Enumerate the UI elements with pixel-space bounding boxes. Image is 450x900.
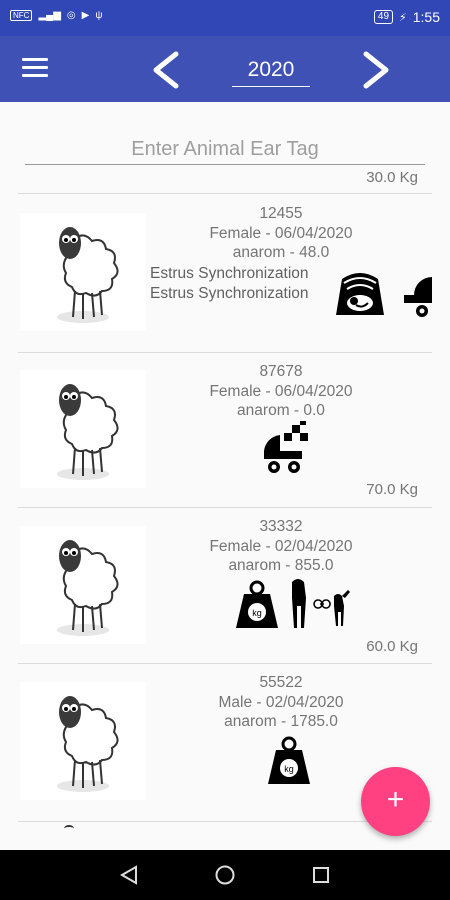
sex-date: Female - 06/04/2020 xyxy=(209,382,353,400)
sheep-image xyxy=(20,213,146,331)
svg-text:kg: kg xyxy=(252,608,262,618)
events-list: Estrus Synchronization Estrus Synchroniz… xyxy=(150,264,309,304)
year-field[interactable]: 2020 xyxy=(232,56,310,87)
usb-icon: ψ xyxy=(95,10,103,21)
system-nav-bar xyxy=(0,850,450,900)
charging-icon: ⚡ xyxy=(399,11,407,24)
sheep-image xyxy=(20,682,146,800)
weaning-icon xyxy=(292,579,350,628)
breed-value: anarom - 1785.0 xyxy=(224,713,338,730)
next-year-button[interactable] xyxy=(356,50,396,90)
weight-label: 60.0 Kg xyxy=(366,638,418,655)
animal-info: 87678 Female - 06/04/2020 anarom - 0.0 xyxy=(146,362,416,421)
weight-kg-icon: kg xyxy=(236,580,278,628)
stroller-icon xyxy=(264,421,308,473)
svg-text:kg: kg xyxy=(284,764,294,774)
sheep-image xyxy=(64,825,74,830)
home-icon[interactable] xyxy=(214,864,236,886)
animal-info: 55522 Male - 02/04/2020 anarom - 1785.0 xyxy=(146,673,416,732)
animal-row[interactable]: 87678 Female - 06/04/2020 anarom - 0.0 7… xyxy=(18,353,432,506)
hotspot-icon: ◎ xyxy=(66,10,76,21)
signal-icon: ▂▄▆ xyxy=(38,10,61,21)
animal-row[interactable]: 33332 Female - 02/04/2020 anarom - 855.0… xyxy=(18,508,432,662)
status-time: 1:55 xyxy=(412,9,440,25)
recents-icon[interactable] xyxy=(310,864,332,886)
previous-year-button[interactable] xyxy=(146,50,186,90)
event-label: Estrus Synchronization xyxy=(150,265,309,282)
animal-info: 33332 Female - 02/04/2020 anarom - 855.0 xyxy=(146,517,416,576)
app-toolbar: 2020 xyxy=(0,36,450,102)
status-bar: NFC ▂▄▆ ◎ ▶ ψ 49 ⚡ 1:55 xyxy=(0,0,450,36)
back-icon[interactable] xyxy=(118,864,140,886)
weight-kg-icon: kg xyxy=(268,736,310,784)
ear-tag: 12455 xyxy=(259,205,303,222)
animal-row[interactable]: 12455 Female - 06/04/2020 anarom - 48.0 … xyxy=(18,195,432,351)
breed-value: anarom - 48.0 xyxy=(232,244,330,261)
divider xyxy=(18,193,432,194)
animal-list[interactable]: 30.0 Kg 12455 Female - 06/04/2020 anarom… xyxy=(18,165,432,830)
sex-date: Female - 02/04/2020 xyxy=(209,537,353,555)
weight-label: 30.0 Kg xyxy=(366,169,418,186)
breed-value: anarom - 855.0 xyxy=(228,557,334,574)
animal-info: 12455 Female - 06/04/2020 anarom - 48.0 xyxy=(146,204,416,263)
sex-date: Female - 06/04/2020 xyxy=(209,224,353,242)
nfc-icon: NFC xyxy=(10,10,33,21)
breed-value: anarom - 0.0 xyxy=(237,402,325,419)
event-label: Estrus Synchronization xyxy=(150,285,309,302)
ear-tag: 55522 xyxy=(259,674,303,691)
sheep-image xyxy=(20,526,146,644)
add-animal-button[interactable]: + xyxy=(361,767,430,836)
ear-tag: 87678 xyxy=(259,363,303,380)
status-icons: NFC ▂▄▆ ◎ ▶ ψ xyxy=(10,10,103,21)
ear-tag: 33332 xyxy=(259,518,303,535)
sex-date: Male - 02/04/2020 xyxy=(218,693,344,711)
battery-indicator: 49 xyxy=(373,10,394,24)
stroller-icon xyxy=(404,277,432,317)
ultrasound-pregnancy-icon xyxy=(336,273,384,315)
sheep-image xyxy=(20,370,146,488)
weight-label: 70.0 Kg xyxy=(366,481,418,498)
hamburger-menu-icon[interactable] xyxy=(22,58,48,80)
ear-tag-search-input[interactable] xyxy=(25,134,425,165)
youtube-icon: ▶ xyxy=(81,10,90,21)
